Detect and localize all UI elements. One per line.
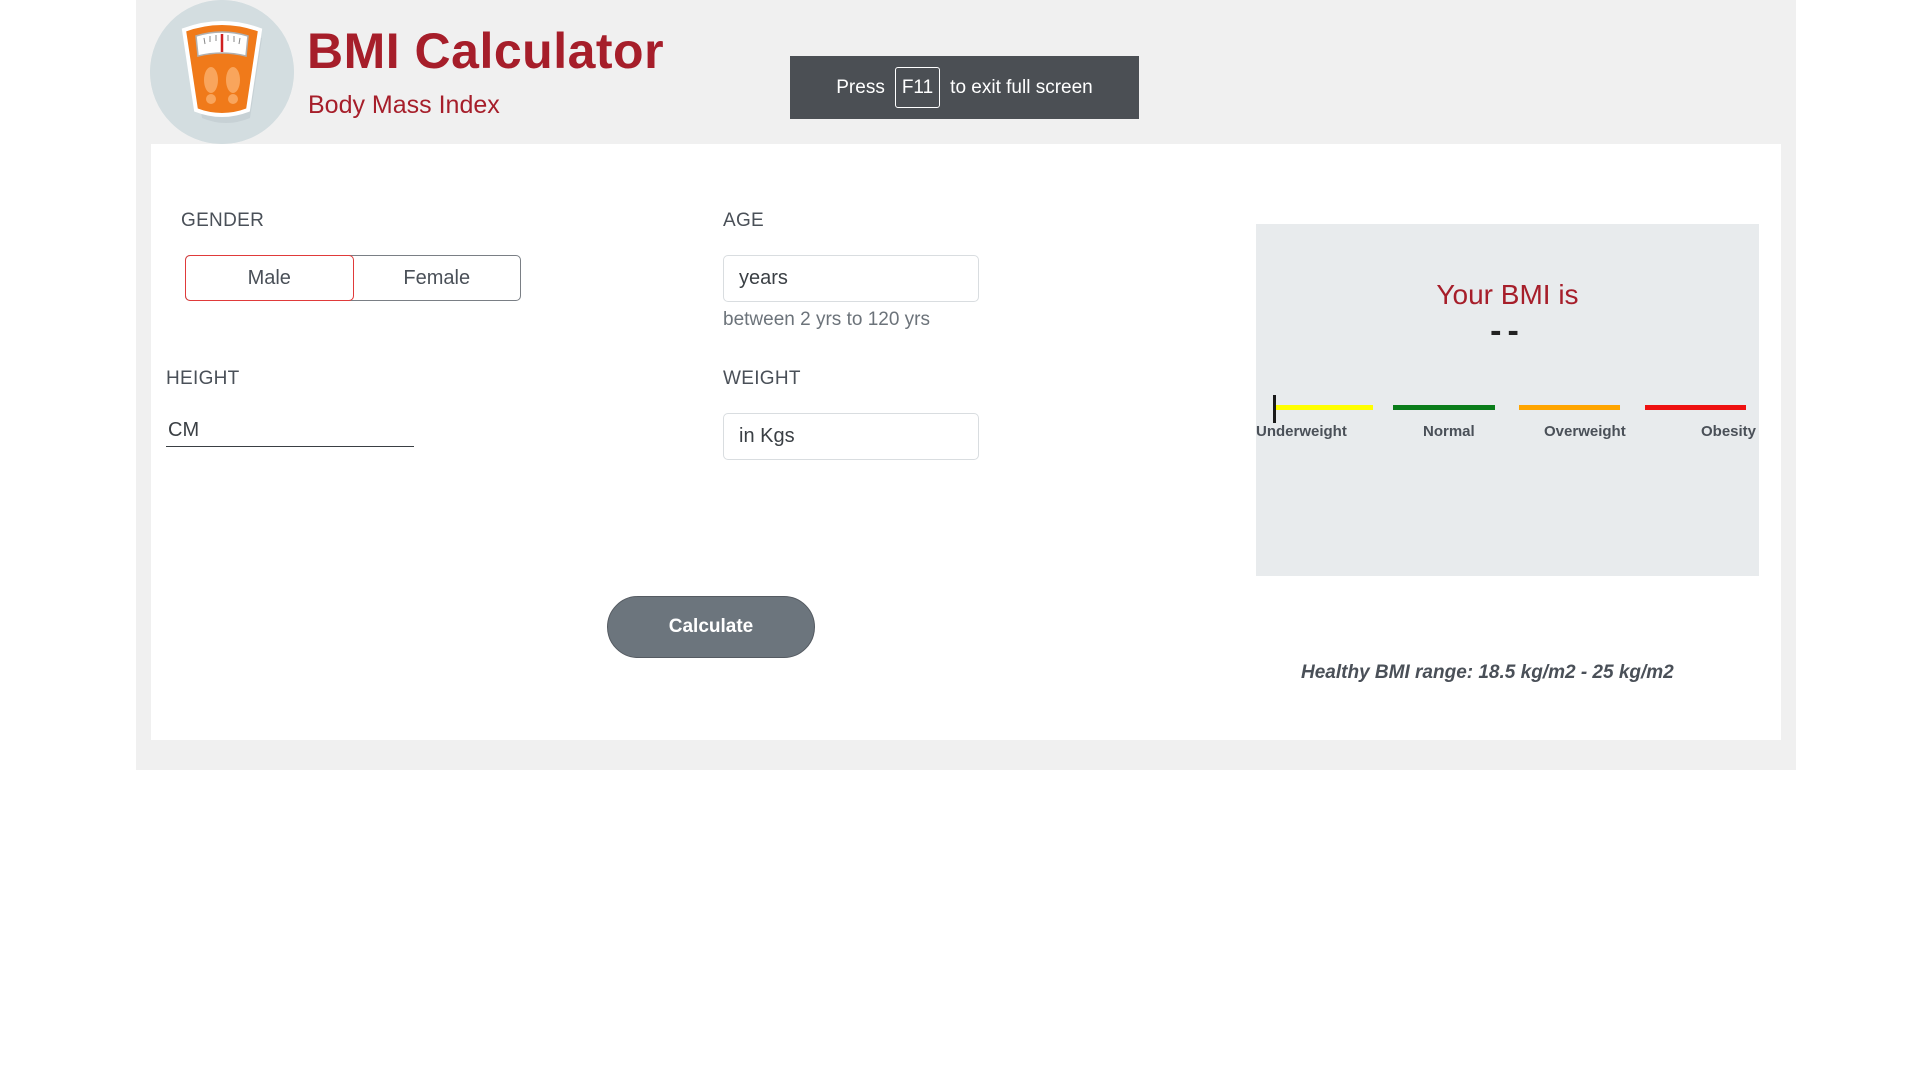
bmi-result-title: Your BMI is xyxy=(1436,279,1579,310)
scale-label-underweight: Underweight xyxy=(1256,423,1347,440)
calculator-panel: GENDER Male Female AGE between 2 yrs to … xyxy=(151,144,1781,740)
app-title: BMI Calculator xyxy=(307,23,665,79)
gender-male-button[interactable]: Male xyxy=(185,255,354,301)
scale-label-obesity: Obesity xyxy=(1701,423,1757,440)
age-input[interactable] xyxy=(723,255,979,302)
app-frame: BMI Calculator Body Mass Index Press F11… xyxy=(136,0,1796,770)
scale-label-normal: Normal xyxy=(1423,423,1475,440)
bmi-scale-marker xyxy=(1273,395,1276,423)
gender-label: GENDER xyxy=(181,210,265,231)
f11-key-badge: F11 xyxy=(894,67,941,108)
weight-label: WEIGHT xyxy=(723,368,801,389)
calculate-button[interactable]: Calculate xyxy=(607,596,815,658)
age-hint: between 2 yrs to 120 yrs xyxy=(723,309,930,330)
scale-bar-normal xyxy=(1393,405,1495,410)
app-subtitle: Body Mass Index xyxy=(308,91,500,119)
bathroom-scale-logo-icon xyxy=(150,0,294,144)
bmi-result-value: -- xyxy=(1490,312,1525,350)
height-input[interactable] xyxy=(166,415,414,447)
gender-female-button[interactable]: Female xyxy=(354,256,521,300)
scale-label-overweight: Overweight xyxy=(1544,423,1626,440)
height-label: HEIGHT xyxy=(166,368,240,389)
fullscreen-notice-prefix: Press xyxy=(836,76,885,98)
bmi-result-box: Your BMI is -- Underweight Normal Overwe… xyxy=(1256,224,1759,576)
gender-toggle: Male Female xyxy=(185,255,521,301)
scale-bar-overweight xyxy=(1519,405,1620,410)
age-label: AGE xyxy=(723,210,765,231)
weight-input[interactable] xyxy=(723,413,979,460)
scale-bar-underweight xyxy=(1273,405,1373,410)
fullscreen-notice-suffix: to exit full screen xyxy=(950,76,1093,98)
scale-bar-obesity xyxy=(1645,405,1746,410)
healthy-bmi-range-note: Healthy BMI range: 18.5 kg/m2 - 25 kg/m2 xyxy=(1301,662,1674,683)
fullscreen-notice: Press F11 to exit full screen xyxy=(790,56,1139,119)
